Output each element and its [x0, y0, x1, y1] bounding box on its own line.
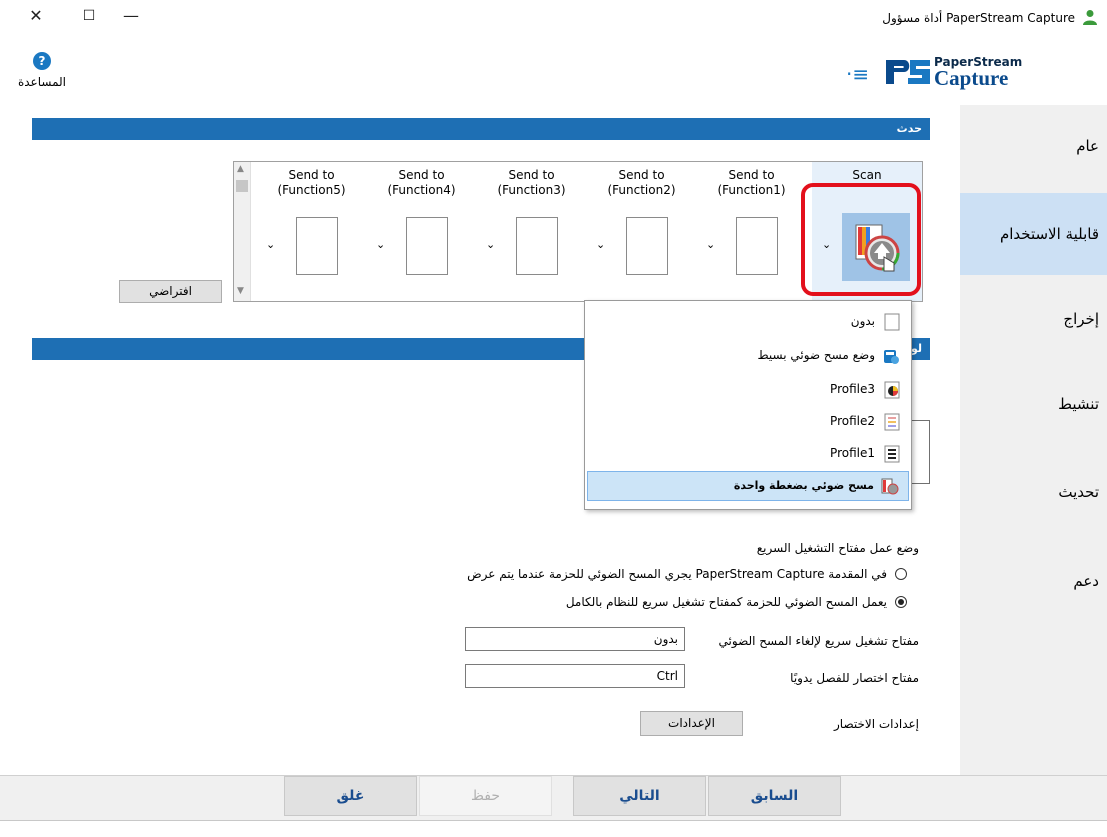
tiles-scrollbar[interactable]: ▲ ▼ — [234, 162, 251, 301]
nav-item-output[interactable]: إخراج — [1063, 310, 1099, 328]
help-label: المساعدة — [17, 75, 67, 89]
dropdown-item-one-touch-scan[interactable]: مسح ضوئي بضغطة واحدة — [587, 471, 909, 501]
scan-function-dropdown: بدون وضع مسح ضوئي بسيط Profile3 Profile2… — [584, 300, 912, 510]
chevron-down-icon[interactable]: ⌄ — [266, 238, 275, 251]
save-button[interactable]: حفظ — [419, 776, 552, 816]
tile-label: Send to (Function3) — [497, 168, 566, 197]
nav-item-usability[interactable]: قابلية الاستخدام — [960, 193, 1107, 275]
tile-label: Send to (Function2) — [607, 168, 676, 197]
nav-item-activation[interactable]: تنشيط — [1058, 395, 1099, 413]
settings-nav: عام قابلية الاستخدام إخراج تنشيط تحديث د… — [960, 105, 1107, 775]
back-button[interactable]: السابق — [708, 776, 841, 816]
dropdown-item-label: وضع مسح ضوئي بسيط — [757, 348, 875, 362]
blank-page-icon — [516, 217, 558, 275]
nav-item-general[interactable]: عام — [1076, 137, 1099, 155]
chevron-down-icon[interactable]: ⌄ — [596, 238, 605, 251]
blank-page-icon — [296, 217, 338, 275]
scan-highlight-ring — [801, 183, 921, 296]
tile-label: Send to (Function1) — [717, 168, 786, 197]
footer-bar: غلق حفظ التالي السابق — [0, 776, 1107, 820]
maximize-window-button[interactable]: ☐ — [79, 6, 99, 26]
nav-item-update[interactable]: تحديث — [1058, 483, 1099, 501]
default-button[interactable]: افتراضي — [119, 280, 222, 303]
paperstream-logo-icon — [884, 56, 932, 91]
tile-send-function4[interactable]: Send to (Function4) ⌄ — [369, 162, 474, 301]
help-icon: ? — [33, 52, 51, 70]
chevron-down-icon[interactable]: ⌄ — [486, 238, 495, 251]
simple-scan-icon — [882, 347, 900, 368]
close-button[interactable]: غلق — [284, 776, 417, 816]
radio-system-wide-label: يعمل المسح الضوئي للحزمة كمفتاح تشغيل سر… — [565, 595, 887, 609]
title-bar: ✕ ☐ — أداة مسؤول PaperStream Capture — [0, 0, 1107, 40]
help-button[interactable]: ? المساعدة — [12, 52, 72, 89]
tile-send-function3[interactable]: Send to (Function3) ⌄ — [479, 162, 584, 301]
color-profile-icon — [884, 381, 900, 402]
dropdown-item-simple-scan[interactable]: وضع مسح ضوئي بسيط — [587, 341, 909, 369]
dropdown-item-profile3[interactable]: Profile3 — [587, 375, 909, 403]
dropdown-item-label: Profile2 — [830, 414, 875, 428]
brand-logo: ·≡ PaperStream Capture — [846, 54, 1036, 94]
shortcut-settings-label: إعدادات الاختصار — [834, 717, 919, 731]
bw-profile-icon — [884, 445, 900, 466]
gray-profile-icon — [884, 413, 900, 434]
scroll-down-icon[interactable]: ▼ — [237, 286, 244, 296]
dropdown-item-profile2[interactable]: Profile2 — [587, 407, 909, 435]
radio-foreground-label: يجري المسح الضوئي للحزمة عندما يتم عرض P… — [467, 567, 887, 581]
tile-send-function1[interactable]: Send to (Function1) ⌄ — [699, 162, 804, 301]
blank-page-icon — [406, 217, 448, 275]
next-button[interactable]: التالي — [573, 776, 706, 816]
nav-item-support[interactable]: دعم — [1073, 572, 1099, 590]
blank-page-icon — [626, 217, 668, 275]
minimize-window-button[interactable]: — — [121, 6, 141, 26]
dropdown-item-profile1[interactable]: Profile1 — [587, 439, 909, 467]
scroll-up-icon[interactable]: ▲ — [237, 164, 244, 174]
tile-send-function5[interactable]: Send to (Function5) ⌄ — [259, 162, 364, 301]
tile-label: Send to (Function4) — [387, 168, 456, 197]
chevron-down-icon[interactable]: ⌄ — [376, 238, 385, 251]
tile-label: Scan — [852, 168, 882, 182]
status-bar — [0, 820, 1107, 837]
dropdown-item-label: Profile3 — [830, 382, 875, 396]
radio-foreground-scan[interactable] — [895, 568, 907, 580]
dropdown-item-label: مسح ضوئي بضغطة واحدة — [733, 479, 874, 492]
cancel-scan-hotkey-label: مفتاح تشغيل سريع لإلغاء المسح الضوئي — [718, 634, 919, 648]
admin-user-icon — [1083, 9, 1097, 28]
radio-system-wide-scan[interactable] — [895, 596, 907, 608]
hotkey-mode-heading: وضع عمل مفتاح التشغيل السريع — [756, 541, 919, 555]
blank-page-icon — [884, 313, 900, 334]
event-section-header: حدث — [32, 118, 930, 140]
chevron-down-icon[interactable]: ⌄ — [706, 238, 715, 251]
shortcut-settings-button[interactable]: الإعدادات — [640, 711, 743, 736]
separate-hotkey-field[interactable]: Ctrl — [465, 664, 685, 688]
close-window-button[interactable]: ✕ — [26, 6, 46, 26]
dropdown-item-none[interactable]: بدون — [587, 307, 909, 335]
tile-label: Send to (Function5) — [277, 168, 346, 197]
blank-page-icon — [736, 217, 778, 275]
cancel-scan-hotkey-field[interactable]: بدون — [465, 627, 685, 651]
brand-name-bottom: Capture — [934, 66, 1009, 90]
dropdown-item-label: Profile1 — [830, 446, 875, 460]
scroll-thumb[interactable] — [236, 180, 248, 192]
separate-hotkey-label: مفتاح اختصار للفصل يدويًا — [790, 671, 919, 685]
tile-send-function2[interactable]: Send to (Function2) ⌄ — [589, 162, 694, 301]
window-title: أداة مسؤول PaperStream Capture — [882, 11, 1075, 25]
one-touch-scan-icon — [881, 478, 899, 499]
menu-icon[interactable]: ·≡ — [846, 62, 869, 86]
dropdown-item-label: بدون — [850, 314, 875, 328]
